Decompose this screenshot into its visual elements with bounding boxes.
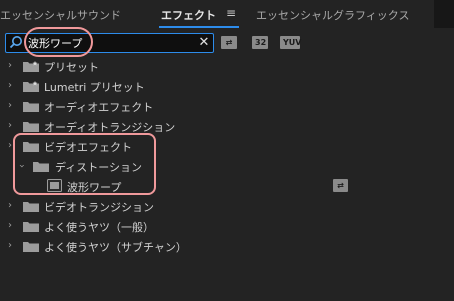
chevron-right-icon[interactable]: › [4, 96, 16, 116]
tree-item-presets[interactable]: › プリセット [0, 56, 454, 76]
tree-label: よく使うヤツ（サブチャン） [44, 241, 187, 254]
32bit-filter-icon[interactable]: 32 [252, 36, 268, 49]
tree-label: プリセット [44, 61, 99, 74]
tree-label: ビデオトランジション [44, 201, 154, 214]
folder-icon [23, 122, 39, 132]
tree-label: 波形ワープ [67, 181, 122, 194]
search-input[interactable] [28, 34, 188, 52]
panel-menu-icon[interactable]: ≡ [226, 6, 236, 20]
tree-label: Lumetri プリセット [44, 81, 145, 94]
folder-icon [23, 102, 39, 112]
tab-essential-sound[interactable]: エッセンシャルサウンド [0, 7, 121, 23]
tree-label: オーディオエフェクト [44, 101, 154, 114]
tree-item-favorites-general[interactable]: › よく使うヤツ（一般） [0, 216, 454, 236]
chevron-right-icon[interactable]: › [4, 236, 16, 256]
clear-search-icon[interactable]: ✕ [196, 34, 212, 52]
tree-label: よく使うヤツ（一般） [44, 221, 154, 234]
tree-item-favorites-subchannel[interactable]: › よく使うヤツ（サブチャン） [0, 236, 454, 256]
folder-icon [33, 162, 49, 172]
chevron-right-icon[interactable]: › [4, 216, 16, 236]
active-tab-indicator [159, 26, 239, 28]
tree-item-lumetri-presets[interactable]: › Lumetri プリセット [0, 76, 454, 96]
chevron-right-icon[interactable]: › [4, 56, 16, 76]
folder-icon [23, 202, 39, 212]
panel-tab-bar: エッセンシャルサウンド エフェクト ≡ エッセンシャルグラフィックス [0, 0, 454, 28]
tree-item-video-transitions[interactable]: › ビデオトランジション [0, 196, 454, 216]
tree-label: ビデオエフェクト [44, 141, 132, 154]
folder-icon [23, 222, 39, 232]
effect-icon [47, 179, 62, 192]
chevron-right-icon[interactable]: › [4, 76, 16, 96]
tree-label: ディストーション [55, 161, 143, 174]
panel-corner [434, 0, 454, 28]
tab-effects[interactable]: エフェクト [161, 7, 216, 23]
tab-essential-graphics[interactable]: エッセンシャルグラフィックス [256, 7, 409, 23]
tree-item-audio-effects[interactable]: › オーディオエフェクト [0, 96, 454, 116]
accelerated-effects-filter-icon[interactable]: ⇄ [221, 36, 237, 49]
star-folder-icon [23, 81, 39, 92]
yuv-filter-icon[interactable]: YUV [280, 36, 301, 49]
tree-label: オーディオトランジション [44, 121, 176, 134]
star-folder-icon [23, 61, 39, 72]
chevron-right-icon[interactable]: › [4, 116, 16, 136]
accelerated-effect-badge-icon: ⇄ [333, 179, 348, 192]
chevron-down-icon[interactable]: › [11, 160, 31, 172]
search-field[interactable]: ✕ [5, 33, 214, 53]
folder-icon [23, 142, 39, 152]
tree-item-distort[interactable]: › ディストーション [0, 156, 454, 176]
tree-item-audio-transitions[interactable]: › オーディオトランジション [0, 116, 454, 136]
tree-item-video-effects[interactable]: › ビデオエフェクト [0, 136, 454, 156]
search-icon[interactable] [9, 35, 23, 49]
folder-icon [23, 242, 39, 252]
tree-item-wave-warp[interactable]: 波形ワープ ⇄ [0, 176, 454, 196]
chevron-right-icon[interactable]: › [4, 196, 16, 216]
chevron-right-icon[interactable]: › [4, 136, 16, 156]
